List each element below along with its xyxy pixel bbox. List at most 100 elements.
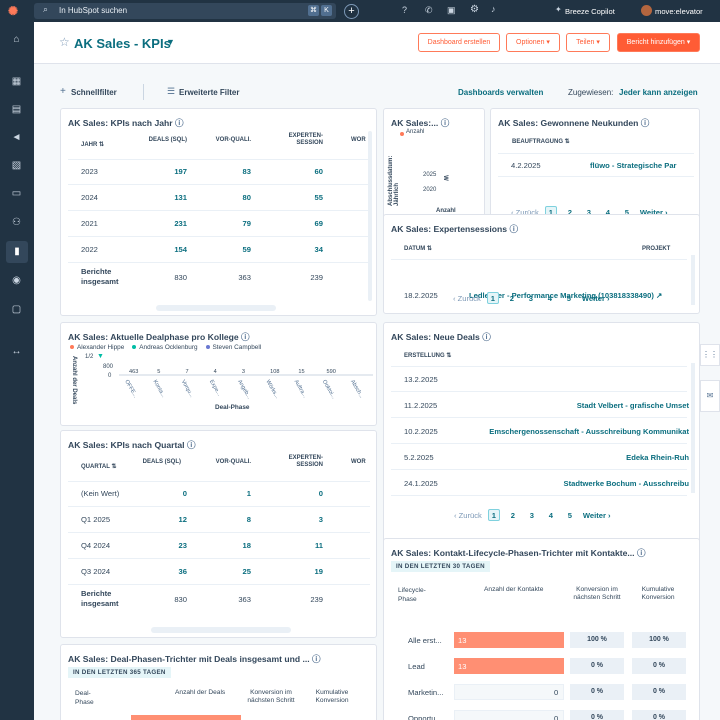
table-cell-deals[interactable]: 154 <box>147 245 187 254</box>
table-cell-prequal[interactable]: 1 <box>211 489 251 498</box>
bookmark-icon[interactable]: ⌂ <box>9 32 24 47</box>
card-title[interactable]: AK Sales: Neue Deals ⓘ <box>391 331 491 343</box>
copilot-button[interactable]: Breeze Copilot <box>565 7 615 16</box>
library-icon[interactable]: ▢ <box>9 302 24 317</box>
plus-icon[interactable]: + <box>344 4 359 19</box>
column-header-phase[interactable]: Lifecycle-Phase <box>398 586 428 604</box>
global-search-input[interactable]: ⌕ In HubSpot suchen ⌘ K <box>34 3 336 19</box>
page-button[interactable]: 2 <box>506 293 518 305</box>
phone-icon[interactable]: ✆ <box>425 5 433 16</box>
table-cell-deals[interactable]: 0 <box>147 489 187 498</box>
table-cell-session[interactable]: 11 <box>273 541 323 550</box>
column-header-quarter[interactable]: QUARTAL ⇅ <box>81 464 116 471</box>
chat-icon[interactable]: ✉ <box>700 380 720 412</box>
column-header-phase[interactable]: Deal-Phase <box>75 689 105 707</box>
create-dashboard-button[interactable]: Dashboard erstellen <box>418 33 500 52</box>
page-button[interactable]: 3 <box>526 510 538 522</box>
table-cell-session[interactable]: 60 <box>273 167 323 176</box>
deal-link[interactable]: Emschergenossenschaft - Ausschreibung Ko… <box>489 427 689 436</box>
info-icon[interactable]: ⓘ <box>187 440 196 450</box>
deal-link[interactable]: Stadtwerke Bochum - Ausschreibu <box>564 479 689 488</box>
info-icon[interactable]: ⓘ <box>641 118 650 128</box>
horizontal-scrollbar[interactable] <box>156 305 276 311</box>
column-header-prequal[interactable]: VOR-QUALI. <box>211 459 251 466</box>
column-header-count[interactable]: Anzahl der Kontakte <box>484 586 543 593</box>
table-cell-deals[interactable]: 23 <box>147 541 187 550</box>
column-header-deals[interactable]: DEALS (SQL) <box>141 459 181 466</box>
column-header-conversion[interactable]: Konversion im nächsten Schritt <box>568 586 626 602</box>
column-header-count[interactable]: Anzahl der Deals <box>175 689 225 696</box>
table-cell-prequal[interactable]: 59 <box>211 245 251 254</box>
column-header-session[interactable]: EXPERTEN-SESSION <box>273 133 323 147</box>
vertical-scrollbar[interactable] <box>368 131 372 301</box>
table-cell-deals[interactable]: 36 <box>147 567 187 576</box>
table-cell-session[interactable]: 19 <box>273 567 323 576</box>
quick-filter-button[interactable]: Schnellfilter <box>71 88 117 97</box>
table-cell-prequal[interactable]: 83 <box>211 167 251 176</box>
page-button[interactable]: 5 <box>563 293 575 305</box>
share-button[interactable]: Teilen ▾ <box>566 33 610 52</box>
marketing-icon[interactable]: ◄ <box>9 130 24 145</box>
column-header-cumulative[interactable]: Kumulative Konversion <box>305 689 359 705</box>
table-cell-prequal[interactable]: 25 <box>211 567 251 576</box>
column-header-date[interactable]: DATUM ⇅ <box>404 246 432 253</box>
automation-icon[interactable]: ⚇ <box>9 215 24 230</box>
reporting-icon[interactable]: ▮ <box>6 241 28 263</box>
chevron-down-icon[interactable]: ▼ <box>166 37 175 47</box>
column-header-prequal[interactable]: VOR-QUALI. <box>211 137 251 144</box>
info-icon[interactable]: ⓘ <box>637 548 646 558</box>
column-header-order[interactable]: BEAUFTRAGUNG ⇅ <box>512 139 570 146</box>
column-header-deals[interactable]: DEALS (SQL) <box>147 137 187 144</box>
notifications-icon[interactable]: ♪ <box>491 4 496 14</box>
table-cell-prequal[interactable]: 80 <box>211 193 251 202</box>
card-title[interactable]: AK Sales:... ⓘ <box>391 117 449 129</box>
add-report-button[interactable]: Bericht hinzufügen ▾ <box>617 33 700 52</box>
table-cell-deals[interactable]: 231 <box>147 219 187 228</box>
filter-lines-icon[interactable]: ☰ <box>167 86 175 97</box>
card-title[interactable]: AK Sales: KPIs nach Jahr ⓘ <box>68 117 184 129</box>
column-header-project[interactable]: PROJEKT <box>642 246 670 253</box>
previous-button[interactable]: ‹ Zurück <box>453 294 481 303</box>
page-title[interactable]: AK Sales - KPIs <box>74 36 171 51</box>
copilot-icon[interactable]: ✦ <box>555 5 562 14</box>
sales-icon[interactable]: ▭ <box>9 186 24 201</box>
table-cell-session[interactable]: 69 <box>273 219 323 228</box>
page-button[interactable]: 5 <box>564 510 576 522</box>
settings-icon[interactable]: ⚙ <box>470 4 479 15</box>
table-cell-deals[interactable]: 12 <box>147 515 187 524</box>
manage-dashboards-link[interactable]: Dashboards verwalten <box>458 88 543 97</box>
assigned-value-link[interactable]: Jeder kann anzeigen <box>619 88 698 97</box>
dashboard-grid-icon[interactable]: ▦ <box>9 74 24 89</box>
page-button[interactable]: 2 <box>507 510 519 522</box>
info-icon[interactable]: ⓘ <box>441 118 450 128</box>
data-icon[interactable]: ◉ <box>9 273 24 288</box>
card-title[interactable]: AK Sales: Deal-Phasen-Trichter mit Deals… <box>68 653 321 665</box>
column-header-more[interactable]: WOR <box>351 459 366 466</box>
customer-link[interactable]: flüwo - Strategische Par <box>590 161 677 170</box>
column-header-cumulative[interactable]: Kumulative Konversion <box>630 586 686 602</box>
vertical-scrollbar[interactable] <box>691 255 695 305</box>
favorite-star-icon[interactable]: ☆ <box>59 35 70 49</box>
expand-sidebar-icon[interactable]: ↔ <box>9 344 24 359</box>
deal-link[interactable]: Edeka Rhein-Ruh <box>626 453 689 462</box>
table-cell-session[interactable]: 3 <box>273 515 323 524</box>
table-cell-session[interactable]: 55 <box>273 193 323 202</box>
table-cell-prequal[interactable]: 8 <box>211 515 251 524</box>
next-button[interactable]: Weiter › <box>582 294 610 303</box>
avatar[interactable] <box>641 5 652 16</box>
card-title[interactable]: AK Sales: Kontakt-Lifecycle-Phasen-Trich… <box>391 547 646 559</box>
column-header-conversion[interactable]: Konversion im nächsten Schritt <box>245 689 297 705</box>
next-button[interactable]: Weiter › <box>583 511 611 520</box>
advanced-filter-button[interactable]: Erweiterte Filter <box>179 88 239 97</box>
table-cell-deals[interactable]: 131 <box>147 193 187 202</box>
info-icon[interactable]: ⓘ <box>175 118 184 128</box>
info-icon[interactable]: ⓘ <box>482 332 491 342</box>
card-title[interactable]: AK Sales: KPIs nach Quartal ⓘ <box>68 439 196 451</box>
info-icon[interactable]: ⓘ <box>312 654 321 664</box>
deal-link[interactable]: Stadt Velbert - grafische Umset <box>577 401 689 410</box>
previous-button[interactable]: ‹ Zurück <box>454 511 482 520</box>
page-button[interactable]: 1 <box>486 292 499 304</box>
marketplace-icon[interactable]: ▣ <box>447 5 456 16</box>
horizontal-scrollbar[interactable] <box>151 627 291 633</box>
table-cell-prequal[interactable]: 18 <box>211 541 251 550</box>
